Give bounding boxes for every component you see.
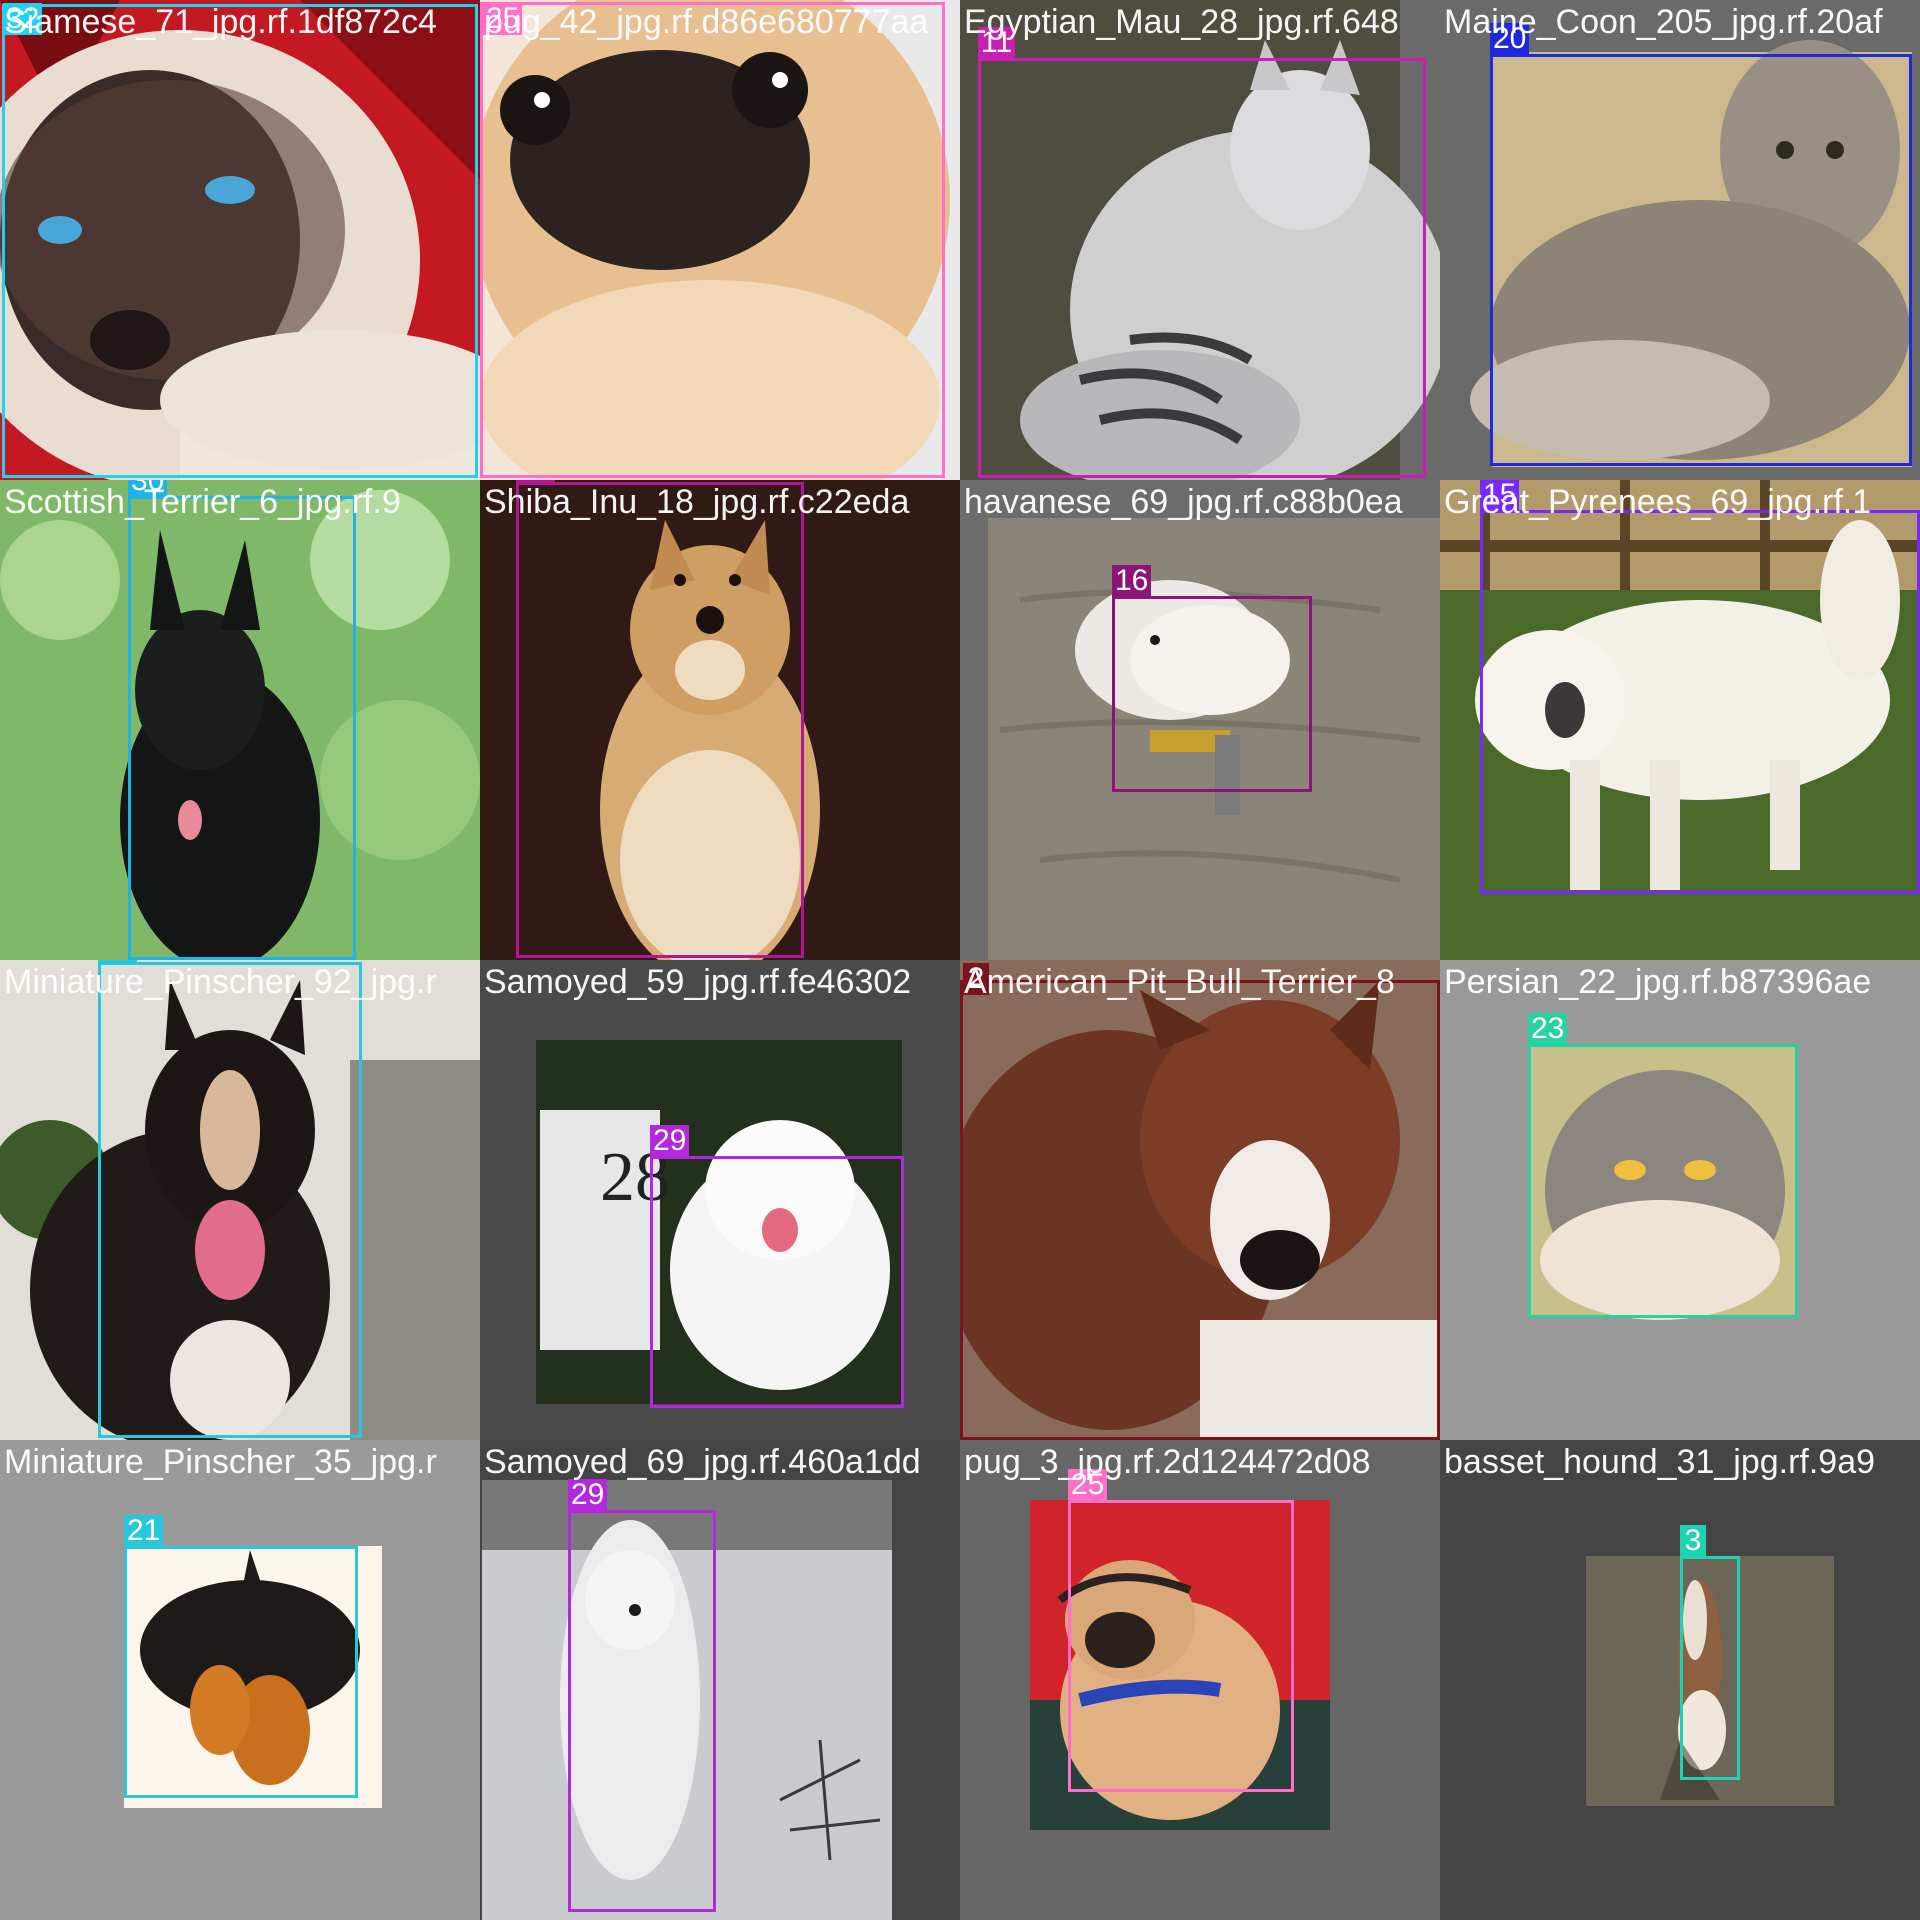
bounding-box: 21 (124, 1515, 358, 1798)
tile-title: havanese_69_jpg.rf.c88b0ea (964, 483, 1403, 521)
mosaic-grid: Siamese_71_jpg.rf.1df872c4 32 pug_42_jpg… (0, 0, 1920, 1920)
bounding-box: 3 (1680, 1525, 1740, 1780)
bounding-box: 29 (650, 1125, 904, 1408)
tile-samoyed-59: 28 Samoyed_59_jpg.rf.fe46302 29 (480, 960, 960, 1440)
bounding-box: 21 (98, 960, 362, 1438)
bounding-box: 16 (1112, 565, 1312, 792)
tile-basset-hound: basset_hound_31_jpg.rf.9a9 3 (1440, 1440, 1920, 1920)
tile-title: Miniature_Pinscher_35_jpg.r (4, 1443, 437, 1481)
bounding-box: 30 (128, 480, 356, 960)
tile-title: Maine_Coon_205_jpg.rf.20af (1444, 3, 1883, 41)
bounding-box: 29 (568, 1479, 716, 1912)
tile-title: Samoyed_59_jpg.rf.fe46302 (484, 963, 912, 1001)
tile-havanese: havanese_69_jpg.rf.c88b0ea 16 (960, 480, 1440, 960)
tile-shiba-inu: Shiba_Inu_18_jpg.rf.c22eda 31 (480, 480, 960, 960)
tile-pug-1: pug_42_jpg.rf.d86e680777aa 25 (480, 0, 960, 480)
tile-maine-coon: Maine_Coon_205_jpg.rf.20af 20 (1440, 0, 1920, 480)
tile-pug-2: pug_3_jpg.rf.2d124472d08 25 (960, 1440, 1440, 1920)
tile-title: Scottish_Terrier_6_jpg.rf.9 (4, 483, 401, 521)
bounding-box: 25 (480, 2, 945, 478)
tile-siamese: Siamese_71_jpg.rf.1df872c4 32 (0, 0, 480, 480)
tile-title: American_Pit_Bull_Terrier_8 (964, 963, 1395, 1001)
tile-scottish-terrier: Scottish_Terrier_6_jpg.rf.9 30 (0, 480, 480, 960)
tile-title: pug_42_jpg.rf.d86e680777aa (484, 3, 929, 41)
class-label: 3 (1680, 1525, 1706, 1557)
tile-great-pyrenees: Great_Pyrenees_69_jpg.rf.1 15 (1440, 480, 1920, 960)
class-label: 29 (650, 1125, 690, 1157)
bounding-box: 25 (1068, 1469, 1294, 1792)
tile-title: basset_hound_31_jpg.rf.9a9 (1444, 1443, 1876, 1481)
tile-title: Miniature_Pinscher_92_jpg.r (4, 963, 437, 1001)
bounding-box: 32 (2, 3, 478, 478)
class-label: 21 (124, 1515, 164, 1547)
class-label: 23 (1528, 1013, 1568, 1045)
tile-image-samoyed-69 (480, 1440, 960, 1920)
bounding-box: 2 (960, 963, 1440, 1440)
tile-pit-bull: American_Pit_Bull_Terrier_8 2 (960, 960, 1440, 1440)
tile-title: Shiba_Inu_18_jpg.rf.c22eda (484, 483, 910, 521)
class-label: 29 (568, 1479, 608, 1511)
tile-samoyed-69: Samoyed_69_jpg.rf.460a1dd 29 (480, 1440, 960, 1920)
tile-title: Egyptian_Mau_28_jpg.rf.648 (964, 3, 1399, 41)
bounding-box: 20 (1490, 23, 1912, 466)
bounding-box: 15 (1480, 480, 1920, 894)
tile-miniature-pinscher-92: Miniature_Pinscher_92_jpg.r 21 (0, 960, 480, 1440)
tile-miniature-pinscher-35: Miniature_Pinscher_35_jpg.r 21 (0, 1440, 480, 1920)
tile-title: Siamese_71_jpg.rf.1df872c4 (4, 3, 437, 41)
tile-persian: Persian_22_jpg.rf.b87396ae 23 (1440, 960, 1920, 1440)
tile-title: Persian_22_jpg.rf.b87396ae (1444, 963, 1872, 1001)
tile-title: pug_3_jpg.rf.2d124472d08 (964, 1443, 1371, 1481)
bounding-box: 23 (1528, 1013, 1798, 1318)
tile-title: Great_Pyrenees_69_jpg.rf.1 (1444, 483, 1872, 521)
tile-title: Samoyed_69_jpg.rf.460a1dd (484, 1443, 921, 1481)
bounding-box: 31 (516, 480, 804, 958)
bounding-box: 11 (978, 27, 1426, 478)
tile-egyptian-mau: Egyptian_Mau_28_jpg.rf.648 11 (960, 0, 1440, 480)
class-label: 16 (1112, 565, 1152, 597)
